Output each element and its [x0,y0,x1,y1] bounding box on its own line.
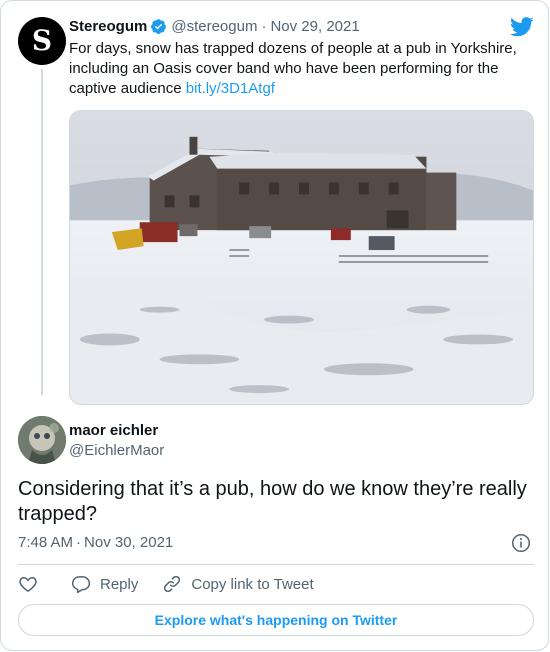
reply-button[interactable]: Reply [71,574,138,594]
parent-tweet-header: Stereogum @stereogum · Nov 29, 2021 [69,16,360,36]
reply-icon [71,576,91,594]
author-avatar[interactable] [18,416,66,464]
parent-tweet-date[interactable]: Nov 29, 2021 [270,18,359,35]
tweet-actions: Reply Copy link to Tweet [18,573,314,595]
parent-tweet-text: For days, snow has trapped dozens of peo… [69,39,539,99]
tweet-text: Considering that it’s a pub, how do we k… [18,478,527,525]
parent-tweet-link[interactable]: bit.ly/3D1Atgf [186,80,275,97]
link-icon [164,575,181,593]
verified-badge-icon [150,18,167,35]
twitter-bird-icon[interactable] [510,17,534,37]
info-icon[interactable] [511,533,531,553]
parent-tweet-body: For days, snow has trapped dozens of peo… [69,40,517,97]
tweet-timestamp[interactable]: 7:48 AM · Nov 30, 2021 [18,534,173,551]
parent-author-handle[interactable]: @stereogum [171,18,257,35]
separator-dot: · [76,534,82,551]
tweet-date[interactable]: Nov 30, 2021 [84,534,173,551]
reply-label: Reply [100,575,139,593]
parent-author-name[interactable]: Stereogum [69,18,147,35]
author-name[interactable]: maor eichler [69,422,158,439]
heart-icon [19,576,37,592]
like-button[interactable] [18,574,38,594]
snowy-pub-photo[interactable] [69,110,534,405]
avatar-letter: S [31,24,53,57]
tweet-time[interactable]: 7:48 AM [18,534,73,551]
thread-line [41,69,43,395]
stereogum-avatar[interactable]: S [18,17,66,65]
tweet-card: S Stereogum @stereogum · Nov 29, 2021 Fo… [0,0,549,651]
separator-dot: · [261,17,267,35]
divider [18,564,534,565]
copy-link-button[interactable]: Copy link to Tweet [162,574,314,594]
copy-link-label: Copy link to Tweet [191,575,314,593]
author-handle[interactable]: @EichlerMaor [69,442,164,459]
explore-twitter-button[interactable]: Explore what's happening on Twitter [18,604,534,636]
